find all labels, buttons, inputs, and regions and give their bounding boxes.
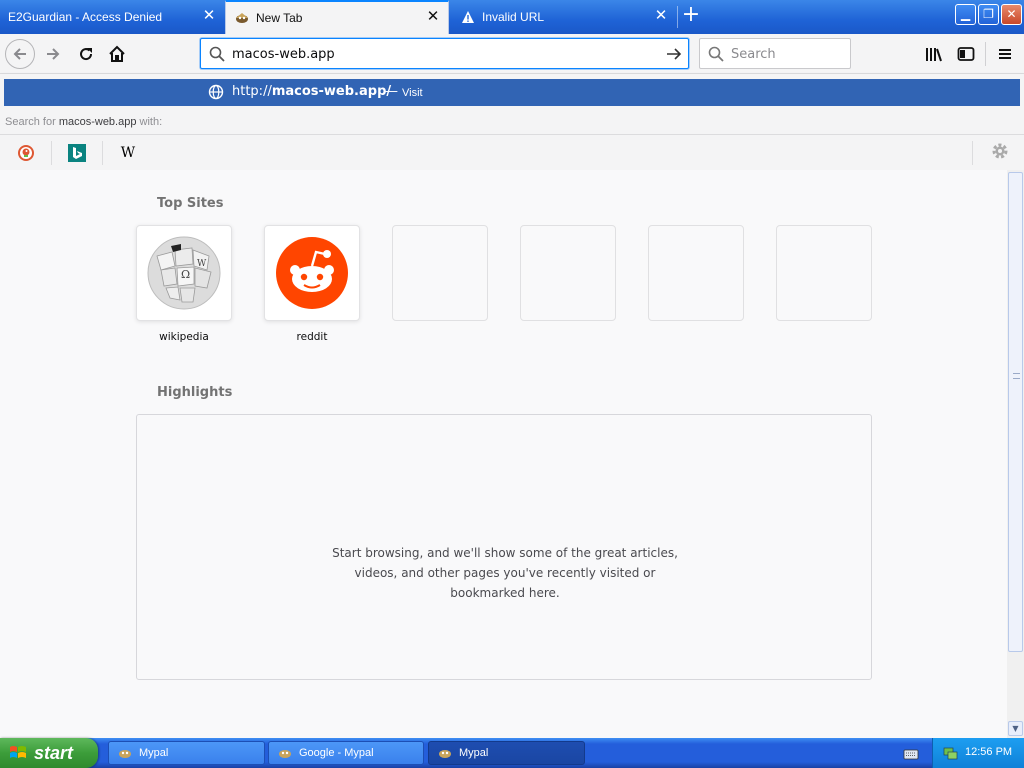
vertical-scrollbar[interactable]: ▼	[1007, 170, 1024, 738]
start-label: start	[34, 742, 74, 763]
home-icon	[109, 45, 125, 62]
engine-bing[interactable]	[52, 141, 102, 165]
svg-text:W: W	[197, 259, 207, 269]
top-site-tile-wikipedia[interactable]: Ω W	[136, 225, 232, 321]
minimize-button[interactable]: ▁	[955, 4, 976, 25]
new-tab-button[interactable]: +	[680, 4, 702, 27]
menu-button[interactable]	[990, 39, 1020, 69]
close-tab-icon[interactable]: ✕	[654, 8, 668, 23]
one-off-search-engines: W	[0, 134, 1024, 170]
engine-divider	[972, 141, 973, 165]
wikipedia-globe-icon: Ω W	[147, 236, 221, 310]
tab-title: E2Guardian - Access Denied	[8, 10, 163, 24]
close-tab-icon[interactable]: ✕	[426, 9, 440, 24]
close-window-button[interactable]: ✕	[1001, 4, 1022, 25]
search-input[interactable]	[731, 44, 843, 64]
mypal-icon	[439, 750, 451, 758]
taskbar-item-google-mypal[interactable]: Google - Mypal	[268, 741, 424, 765]
reload-button[interactable]	[71, 39, 101, 69]
highlights-empty-message: Start browsing, and we'll show some of t…	[332, 546, 678, 600]
tab-divider	[677, 6, 678, 28]
keyboard-icon[interactable]	[903, 746, 919, 765]
top-site-tile-empty	[520, 225, 616, 321]
engine-wikipedia[interactable]: W	[103, 141, 153, 165]
suggestion-url: http://macos-web.app/	[232, 84, 392, 99]
hamburger-menu-icon	[999, 49, 1011, 59]
mypal-icon	[279, 750, 291, 758]
bing-icon	[68, 144, 86, 162]
suggestion-action: Visit	[402, 87, 423, 99]
tab-new-tab[interactable]: New Tab ✕	[225, 0, 449, 34]
search-for-label: Search for macos-web.app with:	[5, 116, 163, 128]
suggestion-dash: —	[385, 84, 398, 99]
taskbar-item-mypal[interactable]: Mypal	[108, 741, 265, 765]
mypal-icon	[119, 750, 131, 758]
url-dropdown: http://macos-web.app/ — Visit Search for…	[0, 74, 1024, 170]
sidebar-button[interactable]	[951, 39, 981, 69]
top-site-tile-empty	[776, 225, 872, 321]
clock: 12:56 PM	[965, 746, 1013, 758]
forward-button[interactable]	[38, 39, 68, 69]
back-arrow-icon	[13, 48, 26, 60]
top-site-label: reddit	[296, 331, 328, 343]
tab-title: New Tab	[256, 11, 303, 25]
highlights-title: Highlights	[157, 385, 233, 400]
wikipedia-icon: W	[120, 145, 136, 161]
highlights-panel: Start browsing, and we'll show some of t…	[136, 414, 872, 680]
navigation-toolbar	[0, 34, 1024, 74]
url-bar[interactable]	[200, 38, 689, 69]
search-icon	[209, 46, 225, 66]
start-button[interactable]: start	[0, 738, 98, 768]
tab-strip: E2Guardian - Access Denied ✕ New Tab ✕ I…	[0, 0, 1024, 34]
search-bar[interactable]	[699, 38, 851, 69]
task-label: Mypal	[459, 747, 489, 759]
taskbar-item-mypal-active[interactable]: Mypal	[428, 741, 585, 765]
home-button[interactable]	[102, 39, 132, 69]
top-site-label: wikipedia	[159, 331, 209, 343]
scrollbar-thumb[interactable]	[1008, 172, 1023, 652]
task-label: Mypal	[139, 747, 169, 759]
url-input[interactable]	[232, 43, 652, 65]
restore-button[interactable]: ❐	[978, 4, 999, 25]
network-icon[interactable]	[943, 745, 959, 761]
search-icon	[708, 46, 724, 66]
top-site-tile-reddit[interactable]	[264, 225, 360, 321]
svg-text:Ω: Ω	[181, 268, 190, 281]
task-label: Google - Mypal	[299, 747, 374, 759]
sidebar-icon	[957, 47, 975, 61]
tab-invalid-url[interactable]: Invalid URL ✕	[452, 1, 676, 33]
warning-icon	[460, 9, 476, 25]
back-button[interactable]	[5, 39, 35, 69]
top-site-tile-empty	[648, 225, 744, 321]
visit-suggestion[interactable]: http://macos-web.app/ — Visit	[4, 79, 1020, 106]
globe-icon	[208, 84, 224, 104]
new-tab-page: Top Sites Ω W wikipedia reddit Highlight…	[0, 170, 1007, 738]
windows-flag-icon	[10, 746, 26, 758]
library-button[interactable]	[919, 39, 949, 69]
top-site-tile-empty	[392, 225, 488, 321]
windows-taskbar: start Mypal Google - Mypal Mypal 12:56 P…	[0, 738, 1024, 768]
system-tray: 12:56 PM	[932, 738, 1024, 768]
reload-icon	[80, 48, 93, 61]
tab-title: Invalid URL	[482, 10, 545, 24]
search-settings-gear-icon[interactable]	[990, 141, 1010, 165]
library-icon	[926, 48, 942, 62]
go-arrow-icon[interactable]	[665, 45, 683, 67]
close-tab-icon[interactable]: ✕	[202, 8, 216, 23]
duckduckgo-icon	[18, 145, 34, 161]
scroll-down-arrow-icon[interactable]: ▼	[1008, 721, 1023, 736]
reddit-icon	[276, 237, 348, 309]
mypal-icon	[234, 10, 250, 26]
forward-arrow-icon	[47, 48, 60, 60]
engine-duckduckgo[interactable]	[1, 141, 51, 165]
scrollbar-grip	[1013, 373, 1020, 379]
tab-e2guardian[interactable]: E2Guardian - Access Denied ✕	[0, 1, 224, 33]
toolbar-divider	[985, 42, 986, 66]
top-sites-title: Top Sites	[157, 196, 224, 211]
